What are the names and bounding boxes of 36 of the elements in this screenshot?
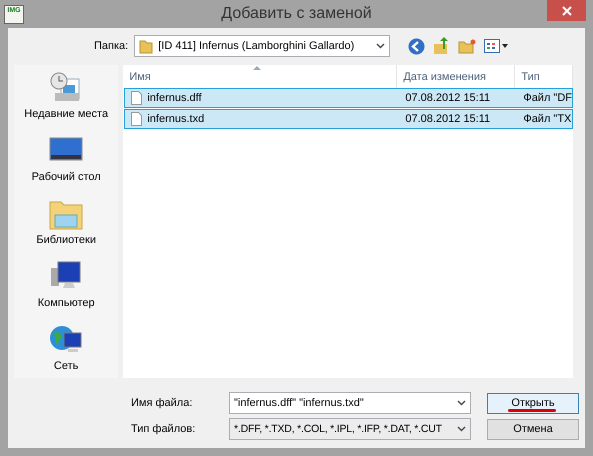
place-item[interactable]: Рабочий стол (32, 171, 101, 183)
dropdown-caret-icon (457, 400, 466, 406)
sort-arrow-icon (253, 65, 262, 70)
file-name-field[interactable]: "infernus.dff" "infernus.txd" (229, 392, 471, 414)
cancel-button[interactable]: Отмена (487, 418, 579, 440)
annotation-underline (508, 408, 556, 412)
file-type: Файл "DF (522, 92, 572, 104)
file-type-label: Тип файлов: (131, 423, 196, 435)
file-icon (131, 112, 142, 126)
close-button[interactable] (547, 0, 586, 21)
place-item[interactable]: Сеть (54, 360, 78, 372)
file-row[interactable]: infernus.txd 07.08.2012 15:11 Файл "TX (124, 109, 573, 129)
file-type: Файл "TX (522, 113, 572, 125)
file-type-dropdown[interactable]: *.DFF, *.TXD, *.COL, *.IPL, *.IFP, *.DAT, *.CUT (229, 418, 471, 440)
file-date: 07.08.2012 15:11 (404, 92, 492, 104)
file-icon (131, 91, 142, 105)
dropdown-caret-icon (457, 426, 466, 432)
file-name-label: Имя файла: (131, 397, 194, 409)
up-folder-icon[interactable] (433, 37, 450, 55)
file-row[interactable]: infernus.dff 07.08.2012 15:11 Файл "DF (124, 88, 573, 108)
place-item[interactable]: Недавние места (24, 108, 108, 120)
new-folder-icon[interactable] (458, 38, 476, 54)
place-item[interactable]: Библиотеки (36, 234, 96, 246)
open-button[interactable]: Открыть (487, 392, 579, 414)
folder-icon (139, 38, 154, 54)
dropdown-caret-icon (376, 43, 386, 49)
window-title: Добавить с заменой (221, 5, 372, 23)
place-item[interactable]: Компьютер (38, 297, 95, 309)
folder-label: Папка: (94, 40, 128, 52)
file-name: infernus.dff (147, 92, 202, 104)
file-name: infernus.txd (147, 113, 204, 125)
file-date: 07.08.2012 15:11 (404, 113, 492, 125)
view-menu-icon[interactable] (484, 39, 510, 53)
back-icon[interactable] (408, 38, 426, 54)
folder-dropdown[interactable]: [ID 411] Infernus (Lamborghini Gallardo) (134, 35, 390, 57)
close-icon (562, 6, 572, 16)
